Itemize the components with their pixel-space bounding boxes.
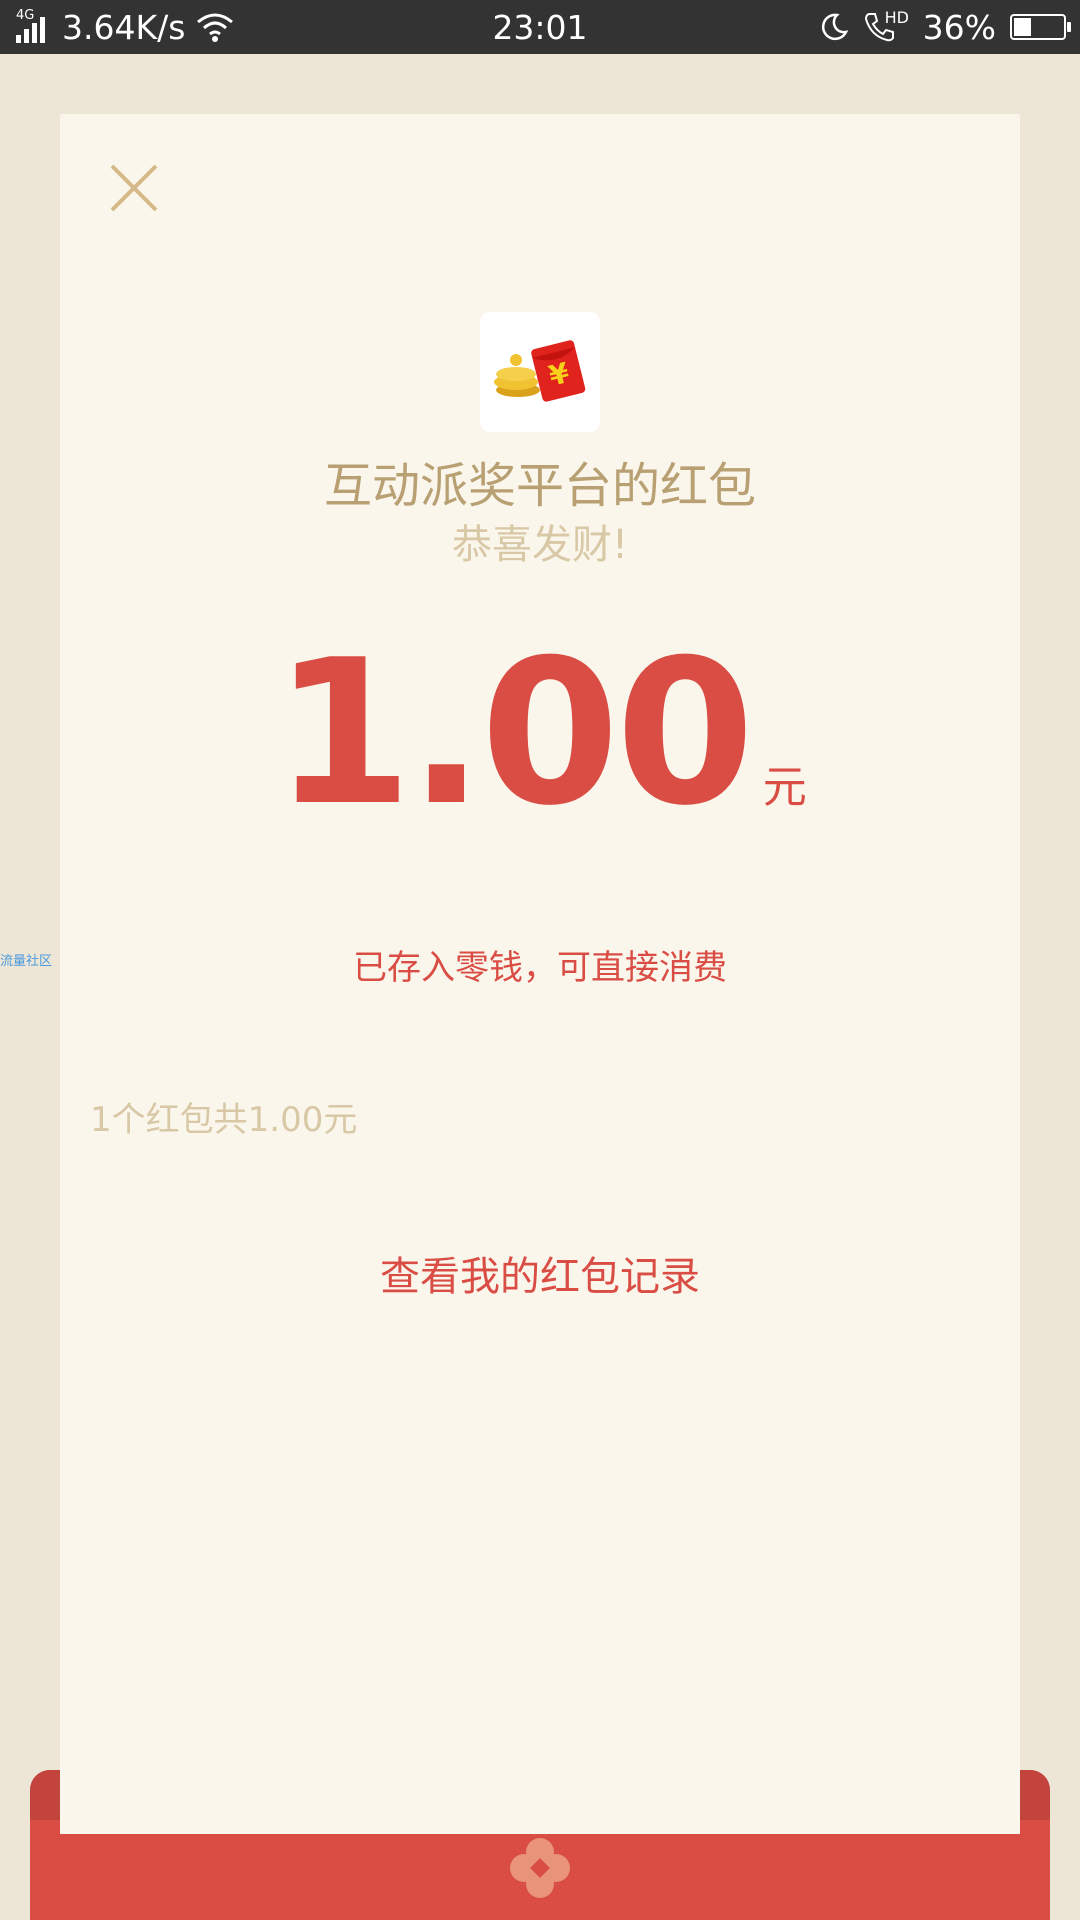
- network-speed: 3.64K/s: [62, 7, 186, 47]
- amount-unit: 元: [762, 762, 807, 813]
- status-left: 4G 3.64K/s: [14, 0, 235, 54]
- battery-icon: [1010, 14, 1071, 40]
- status-bar: 4G 3.64K/s 23:01 HD 36%: [0, 0, 1080, 54]
- hd-call-icon: HD: [863, 8, 909, 44]
- amount-row: 1.00 元: [60, 634, 1020, 834]
- red-packet-coins-icon: ¥: [494, 340, 586, 402]
- network-type: 4G: [16, 8, 35, 23]
- greeting-text: 恭喜发财!: [451, 522, 629, 568]
- hd-label: HD: [884, 8, 909, 27]
- saved-note: 已存入零钱，可直接消费: [353, 948, 727, 988]
- close-icon: [110, 164, 158, 212]
- red-packet-detail-card: ¥ 互动派奖平台的红包 恭喜发财! 1.00 元 已存入零钱，可直接消费 1个红包…: [60, 114, 1020, 1834]
- wifi-icon: [195, 10, 235, 44]
- sender-name: 互动派奖平台的红包: [323, 458, 756, 514]
- watermark: 流量社区: [0, 954, 53, 969]
- battery-fill: [1014, 18, 1032, 36]
- clock: 23:01: [492, 7, 588, 47]
- amount-value: 1.00: [273, 617, 754, 850]
- close-button[interactable]: [104, 158, 164, 218]
- battery-percent: 36%: [922, 7, 996, 47]
- sender-avatar: ¥: [480, 312, 600, 432]
- packet-summary: 1个红包共1.00元: [90, 1100, 358, 1140]
- moon-icon: [819, 12, 849, 42]
- flower-clasp-icon: [510, 1838, 570, 1898]
- status-right: HD 36%: [819, 0, 1071, 54]
- view-records-link[interactable]: 查看我的红包记录: [60, 1244, 1020, 1302]
